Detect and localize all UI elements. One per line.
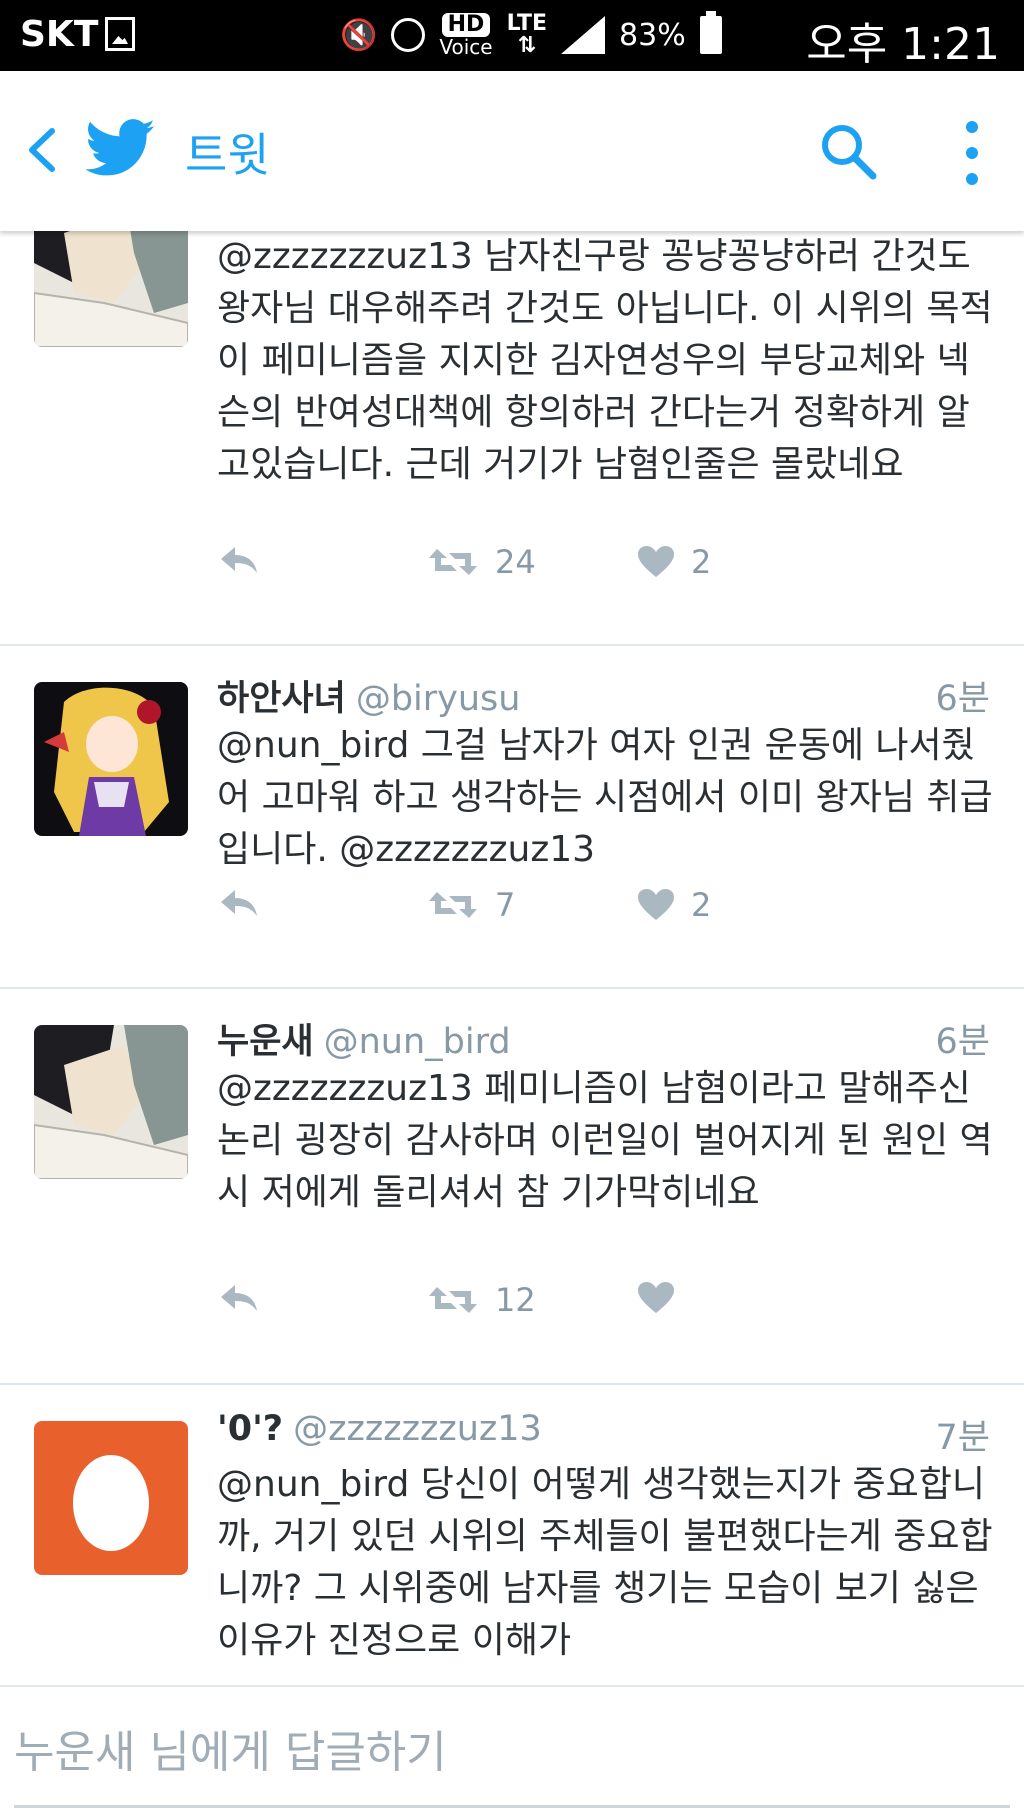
hd-voice-icon: HD Voice: [439, 13, 493, 59]
tweet-item[interactable]: 하안사녀 @biryusu 6분 @nun_bird 그걸 남자가 여자 인권 운…: [0, 646, 1024, 989]
user-handle[interactable]: @nun_bird: [324, 1022, 511, 1062]
gallery-notification-icon: [105, 17, 135, 51]
data-arrows-icon: ⇅: [517, 33, 537, 58]
like-count: 2: [691, 886, 712, 924]
twitter-bird-icon[interactable]: [86, 117, 156, 179]
retweet-button[interactable]: 7: [427, 886, 515, 924]
reply-button[interactable]: [217, 543, 261, 577]
display-name[interactable]: 누운새: [217, 1022, 314, 1062]
anime-girl-avatar-icon: [34, 682, 188, 836]
voice-label: Voice: [439, 35, 493, 59]
tweet-header: 누운새 @nun_bird 6분: [217, 1013, 990, 1063]
vibrate-mute-icon: 🔇: [340, 17, 378, 53]
tweet-item[interactable]: '0'? @zzzzzzzuz13 7분 @nun_bird 당신이 어떻게 생각…: [0, 1385, 1024, 1685]
user-handle[interactable]: @biryusu: [356, 679, 521, 719]
user-avatar[interactable]: [34, 1421, 188, 1575]
manga-avatar-icon: [34, 1025, 188, 1179]
like-button[interactable]: 2: [637, 886, 711, 924]
tweet-timestamp: 6분: [935, 1022, 990, 1062]
tweet-timestamp: 7분: [935, 1418, 990, 1458]
retweet-icon: [429, 549, 477, 575]
more-options-icon[interactable]: [960, 119, 984, 187]
tweet-timeline[interactable]: @zzzzzzzuz13 남자친구랑 꽁냥꽁냥하러 간것도 왕자님 대우해주려 …: [0, 231, 1024, 1685]
tweet-timestamp: 6분: [935, 679, 990, 719]
mention-link[interactable]: @nun_bird: [217, 1464, 409, 1505]
reply-button[interactable]: [217, 1281, 261, 1315]
reply-icon: [221, 547, 257, 573]
mention-link[interactable]: @nun_bird: [217, 725, 409, 766]
signal-icon: [561, 16, 606, 54]
retweet-count: 12: [495, 1281, 536, 1319]
retweet-count: 7: [495, 886, 516, 924]
page-title: 트윗: [185, 128, 270, 182]
back-arrow-icon[interactable]: [22, 125, 62, 175]
status-bar: SKT 🔇 HD Voice LTE ⇅ 83% 오후 1:21: [0, 0, 1024, 71]
user-avatar[interactable]: [34, 231, 188, 347]
retweet-count: 24: [495, 543, 536, 581]
tweet-item[interactable]: 누운새 @nun_bird 6분 @zzzzzzzuz13 페미니즘이 남혐이라고…: [0, 989, 1024, 1385]
carrier-label: SKT: [20, 14, 99, 55]
display-name[interactable]: 하안사녀: [217, 679, 346, 719]
alarm-icon: [391, 18, 426, 52]
search-icon[interactable]: [818, 121, 878, 181]
clock: 오후 1:21: [806, 19, 1000, 70]
tweet-header: '0'? @zzzzzzzuz13 7분: [217, 1409, 990, 1459]
reply-icon: [221, 890, 257, 916]
mention-link[interactable]: @zzzzzzzuz13: [217, 236, 473, 277]
like-count: 2: [691, 543, 712, 581]
retweet-button[interactable]: 12: [427, 1281, 536, 1319]
user-avatar[interactable]: [34, 1025, 188, 1179]
status-icons: 🔇 HD Voice LTE ⇅ 83%: [340, 10, 722, 60]
retweet-button[interactable]: 24: [427, 543, 536, 581]
user-avatar[interactable]: [34, 682, 188, 836]
network-label: LTE: [506, 11, 548, 36]
heart-icon: [638, 1282, 674, 1313]
tweet-actions: 12: [217, 1281, 817, 1331]
tweet-actions: 7 2: [217, 886, 817, 936]
battery-percent: 83%: [619, 17, 686, 53]
tweet-text: @zzzzzzzuz13 페미니즘이 남혐이라고 말해주신 논리 굉장히 감사하…: [217, 1063, 997, 1219]
mention-link[interactable]: @zzzzzzzuz13: [217, 1068, 473, 1109]
reply-input[interactable]: [14, 1727, 1004, 1778]
user-handle[interactable]: @zzzzzzzuz13: [293, 1409, 542, 1449]
reply-input-underline: [14, 1805, 1010, 1808]
lte-icon: LTE ⇅: [507, 13, 547, 57]
reply-bar: [0, 1685, 1024, 1820]
heart-icon: [638, 889, 674, 920]
tweet-header: 하안사녀 @biryusu 6분: [217, 670, 990, 720]
manga-avatar-icon: [34, 231, 188, 347]
retweet-icon: [429, 1287, 477, 1313]
tweet-actions: 24 2: [217, 543, 817, 593]
hd-label: HD: [441, 13, 491, 37]
display-name[interactable]: '0'?: [217, 1409, 283, 1449]
tweet-item[interactable]: @zzzzzzzuz13 남자친구랑 꽁냥꽁냥하러 간것도 왕자님 대우해주려 …: [0, 231, 1024, 646]
reply-button[interactable]: [217, 886, 261, 920]
tweet-text: @nun_bird 당신이 어떻게 생각했는지가 중요합니까, 거기 있던 시위…: [217, 1459, 997, 1667]
battery-icon: [699, 11, 722, 54]
egg-avatar-icon: [34, 1421, 188, 1575]
like-button[interactable]: [637, 1281, 691, 1315]
reply-icon: [221, 1285, 257, 1311]
tweet-text: @nun_bird 그걸 남자가 여자 인권 운동에 나서줬어 고마워 하고 생…: [217, 720, 997, 876]
heart-icon: [638, 546, 674, 577]
tweet-text: @zzzzzzzuz13 남자친구랑 꽁냥꽁냥하러 간것도 왕자님 대우해주려 …: [217, 231, 997, 491]
like-button[interactable]: 2: [637, 543, 711, 581]
app-header: 트윗: [0, 71, 1024, 231]
retweet-icon: [429, 892, 477, 918]
